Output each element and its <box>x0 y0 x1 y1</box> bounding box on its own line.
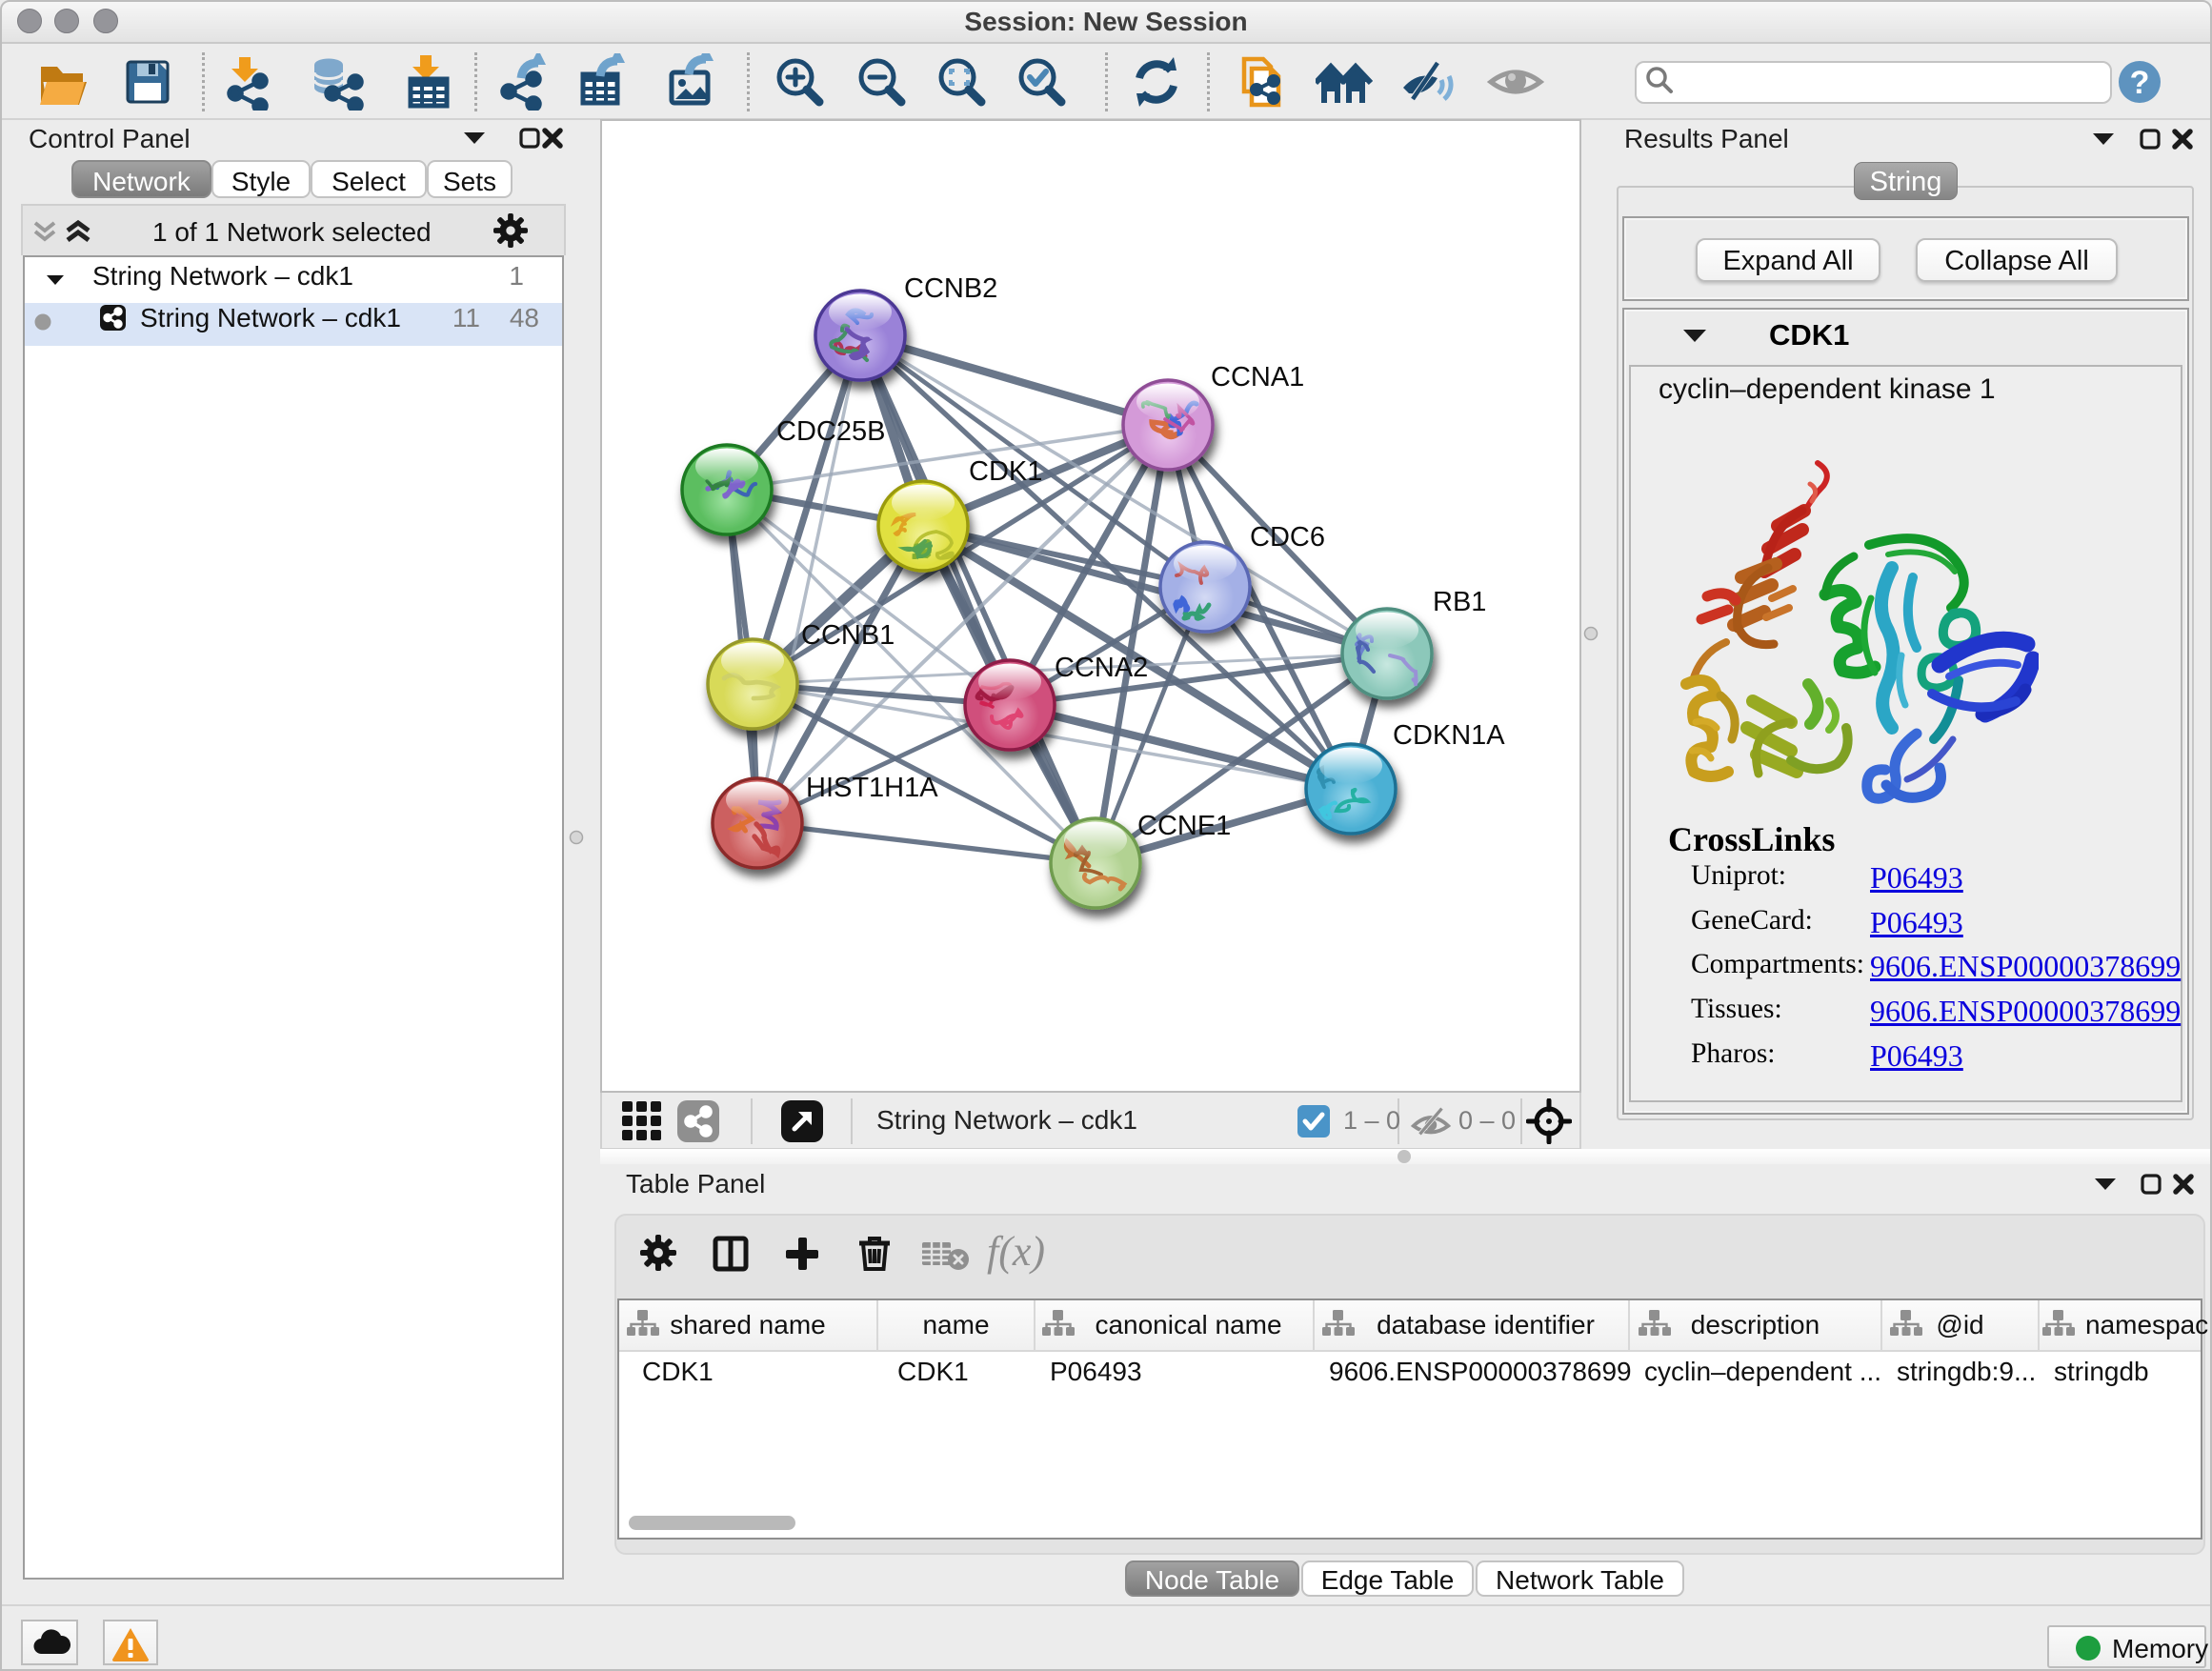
svg-text:CCNB1: CCNB1 <box>801 620 895 651</box>
svg-text:CCNA2: CCNA2 <box>1055 653 1148 683</box>
svg-text:CDKN1A: CDKN1A <box>1393 720 1505 751</box>
svg-text:RB1: RB1 <box>1433 587 1486 617</box>
svg-text:CDK1: CDK1 <box>969 456 1042 487</box>
svg-text:?: ? <box>2130 65 2150 101</box>
svg-text:CCNA1: CCNA1 <box>1211 362 1304 393</box>
svg-text:CDC6: CDC6 <box>1250 522 1325 553</box>
svg-text:HIST1H1A: HIST1H1A <box>806 773 938 803</box>
svg-text:CDC25B: CDC25B <box>776 416 885 447</box>
svg-text:CCNB2: CCNB2 <box>904 273 997 304</box>
svg-text:CCNE1: CCNE1 <box>1137 811 1231 841</box>
